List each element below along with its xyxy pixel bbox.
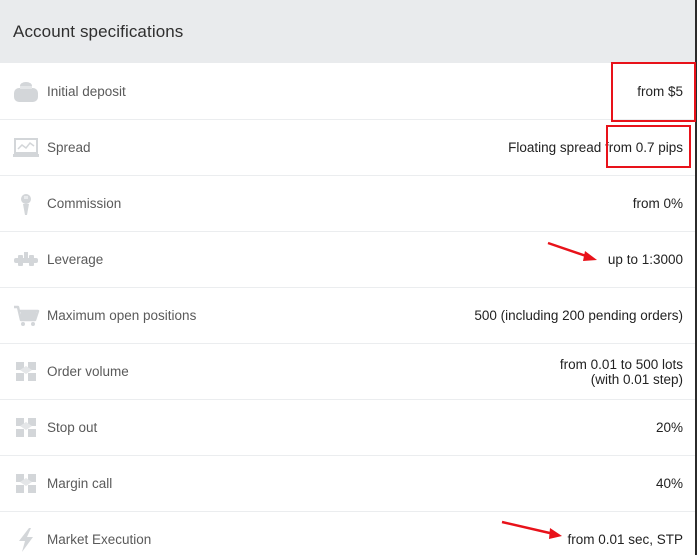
panel-header: Account specifications bbox=[0, 0, 695, 63]
spec-label: Margin call bbox=[47, 476, 113, 491]
leverage-icon bbox=[12, 247, 40, 273]
spec-row-stop-out: Stop out 20% bbox=[0, 400, 695, 456]
spec-label: Order volume bbox=[47, 364, 129, 379]
spec-value: from 0% bbox=[632, 196, 683, 211]
spec-value: 20% bbox=[655, 420, 683, 435]
spec-value: from 0.01 sec, STP bbox=[567, 532, 683, 547]
spec-label: Initial deposit bbox=[47, 83, 126, 99]
spec-label: Maximum open positions bbox=[47, 308, 197, 323]
spec-row-initial-deposit: Initial deposit from $5 bbox=[0, 63, 695, 120]
arrow-annotation-leverage bbox=[547, 241, 597, 261]
page-title: Account specifications bbox=[13, 21, 184, 41]
spec-value-line: from 0.01 to 500 lots bbox=[559, 356, 683, 372]
boxes-icon bbox=[12, 471, 40, 497]
chart-screen-icon bbox=[12, 135, 40, 161]
spec-value: 500 (including 200 pending orders) bbox=[474, 308, 683, 323]
spec-label: Stop out bbox=[47, 420, 98, 435]
highlight-box-spread bbox=[606, 125, 691, 168]
spec-row-maximum-open-positions: Maximum open positions 500 (including 20… bbox=[0, 288, 695, 344]
boxes-icon bbox=[12, 359, 40, 385]
lightning-icon bbox=[12, 527, 40, 553]
commission-icon bbox=[12, 191, 40, 217]
spec-row-market-execution: Market Execution from 0.01 sec, STP bbox=[0, 512, 695, 555]
spec-row-spread: Spread Floating spread from 0.7 pips bbox=[0, 120, 695, 176]
spec-value: 40% bbox=[655, 476, 683, 491]
spec-value-line: (with 0.01 step) bbox=[590, 371, 683, 387]
wallet-icon bbox=[12, 78, 40, 104]
spec-label: Commission bbox=[47, 196, 122, 211]
highlight-box-initial-deposit bbox=[611, 62, 696, 122]
account-specifications-panel: Account specifications Initial deposit f… bbox=[0, 0, 697, 555]
spec-row-commission: Commission from 0% bbox=[0, 176, 695, 232]
arrow-annotation-market-execution bbox=[501, 520, 562, 539]
spec-label: Market Execution bbox=[47, 532, 152, 547]
spec-row-order-volume: Order volume from 0.01 to 500 lots (with… bbox=[0, 344, 695, 400]
spec-value: from 0.01 to 500 lots (with 0.01 step) bbox=[560, 357, 683, 387]
boxes-icon bbox=[12, 415, 40, 441]
spec-label: Leverage bbox=[47, 252, 104, 267]
specifications-list: Initial deposit from $5 Spread Floating … bbox=[0, 63, 695, 555]
spec-label: Spread bbox=[47, 140, 91, 155]
spec-value: up to 1:3000 bbox=[607, 252, 683, 267]
cart-icon bbox=[12, 303, 40, 329]
spec-row-margin-call: Margin call 40% bbox=[0, 456, 695, 512]
